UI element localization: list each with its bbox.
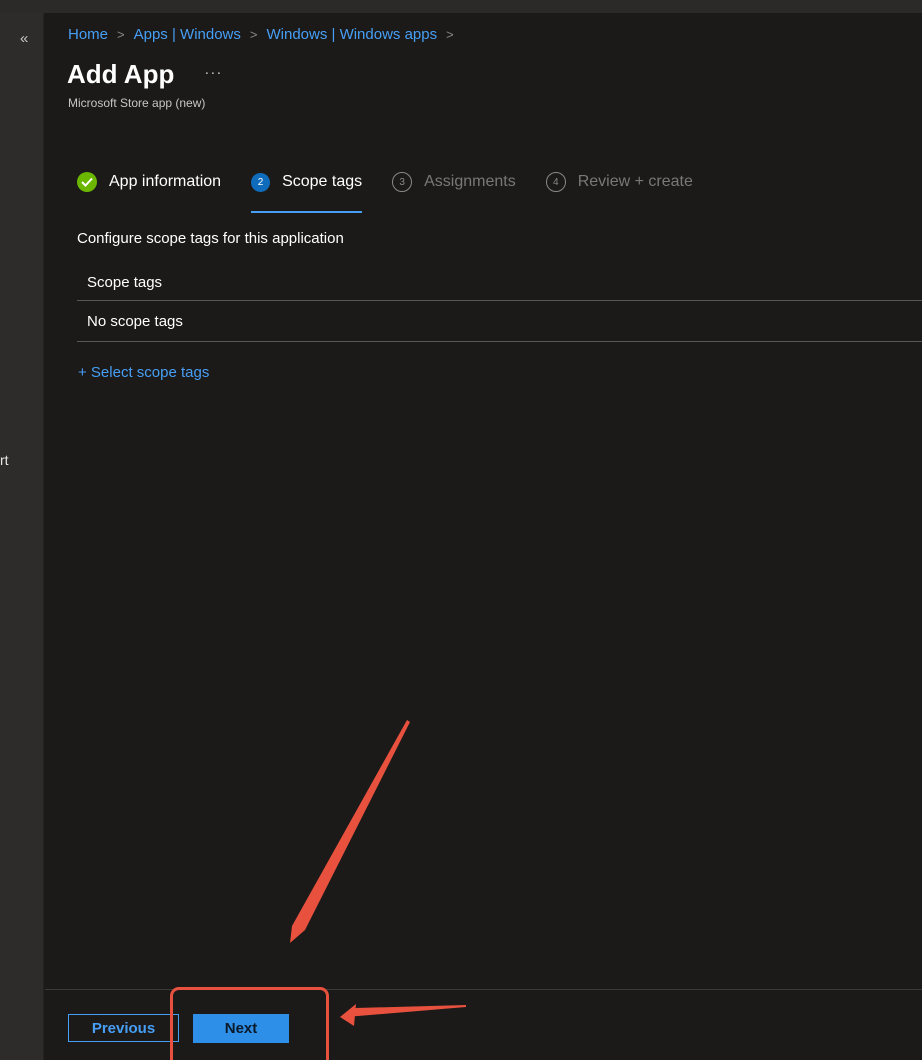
portal-top-bar bbox=[0, 0, 922, 13]
page-title: Add App bbox=[67, 59, 175, 89]
scope-tags-table: Scope tags No scope tags bbox=[77, 265, 922, 342]
breadcrumb: Home > Apps | Windows > Windows | Window… bbox=[68, 26, 463, 43]
next-button[interactable]: Next bbox=[193, 1014, 289, 1043]
step-number-badge: 3 bbox=[392, 172, 413, 192]
truncated-nav-text: rt bbox=[0, 452, 9, 468]
collapse-chevron-icon[interactable]: « bbox=[20, 31, 28, 46]
breadcrumb-chevron-icon: > bbox=[446, 27, 454, 42]
step-app-information[interactable]: App information bbox=[77, 167, 221, 197]
step-assignments[interactable]: 3 Assignments bbox=[392, 167, 516, 197]
active-step-underline bbox=[251, 211, 363, 213]
checkmark-icon bbox=[77, 172, 97, 192]
step-label: Assignments bbox=[424, 173, 516, 190]
left-navigation: « rt bbox=[0, 13, 44, 1060]
section-description: Configure scope tags for this applicatio… bbox=[77, 230, 344, 247]
page-subtitle: Microsoft Store app (new) bbox=[68, 96, 206, 110]
select-scope-tags-link[interactable]: + Select scope tags bbox=[78, 364, 209, 381]
wizard-steps: App information 2 Scope tags 3 Assignmen… bbox=[77, 167, 723, 213]
main-blade: Home > Apps | Windows > Windows | Window… bbox=[45, 13, 922, 1060]
table-header: Scope tags bbox=[77, 265, 922, 301]
more-options-icon[interactable]: ··· bbox=[204, 64, 222, 81]
step-label: Review + create bbox=[577, 173, 693, 190]
step-review-create[interactable]: 4 Review + create bbox=[545, 167, 693, 197]
breadcrumb-apps-windows[interactable]: Apps | Windows bbox=[134, 26, 241, 43]
title-row: Add App ··· bbox=[67, 59, 222, 90]
table-row: No scope tags bbox=[77, 301, 922, 342]
breadcrumb-home[interactable]: Home bbox=[68, 26, 108, 43]
breadcrumb-chevron-icon: > bbox=[117, 27, 125, 42]
step-number-badge: 2 bbox=[251, 172, 271, 192]
breadcrumb-windows-apps[interactable]: Windows | Windows apps bbox=[266, 26, 437, 43]
step-label: Scope tags bbox=[282, 173, 363, 190]
wizard-footer: Previous Next bbox=[45, 987, 922, 1060]
step-number-badge: 4 bbox=[545, 172, 566, 192]
step-scope-tags[interactable]: 2 Scope tags bbox=[251, 167, 363, 213]
previous-button[interactable]: Previous bbox=[68, 1014, 179, 1042]
step-label: App information bbox=[109, 173, 222, 190]
breadcrumb-chevron-icon: > bbox=[249, 27, 258, 42]
